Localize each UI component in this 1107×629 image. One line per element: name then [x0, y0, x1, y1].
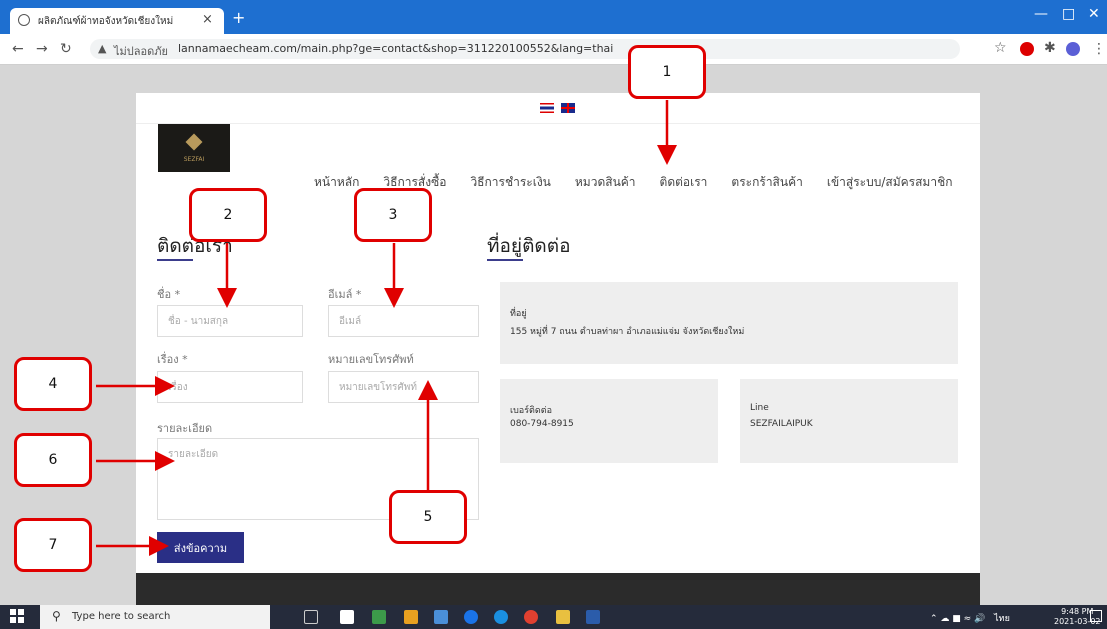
- address-bar: ← → ↻ ▲ ไม่ปลอดภัย lannamaecheam.com/mai…: [0, 34, 1107, 65]
- subject-label: เรื่อง *: [157, 353, 188, 366]
- phone-label: หมายเลขโทรศัพท์: [328, 353, 414, 366]
- site-logo[interactable]: SEZFAI: [158, 124, 230, 172]
- page-footer: [136, 573, 980, 605]
- app-icon[interactable]: [464, 610, 478, 624]
- globe-icon: [18, 14, 30, 26]
- heading-underline: [487, 259, 523, 261]
- windows-start-icon[interactable]: [10, 609, 24, 623]
- address-label: ที่อยู่: [510, 309, 527, 319]
- subject-input[interactable]: [157, 371, 303, 403]
- url-field[interactable]: ▲ ไม่ปลอดภัย lannamaecheam.com/main.php?…: [90, 39, 960, 59]
- forward-arrow-icon[interactable]: →: [36, 41, 48, 57]
- tray-icons[interactable]: ⌃ ☁ ■ ≈ 🔊: [930, 614, 985, 624]
- tab-title: ผลิตภัณฑ์ผ้าทอจังหวัดเชียงใหม่: [38, 16, 174, 27]
- mail-app-icon[interactable]: [340, 610, 354, 624]
- input-language[interactable]: ไทย: [994, 614, 1010, 624]
- divider: [136, 123, 980, 124]
- callout-7: 7: [14, 518, 92, 572]
- back-arrow-icon[interactable]: ←: [12, 41, 24, 57]
- maximize-icon[interactable]: □: [1062, 6, 1075, 22]
- callout-4: 4: [14, 357, 92, 411]
- browser-title-bar: ผลิตภัณฑ์ผ้าทอจังหวัดเชียงใหม่ × + — □ ✕: [0, 0, 1107, 34]
- line-value: SEZFAILAIPUK: [750, 419, 813, 429]
- minimize-icon[interactable]: —: [1034, 6, 1048, 22]
- new-tab-button[interactable]: +: [232, 8, 245, 27]
- opera-extension-icon[interactable]: [1020, 42, 1034, 56]
- uk-flag-icon[interactable]: [560, 103, 575, 113]
- phone-info-label: เบอร์ติดต่อ: [510, 406, 552, 416]
- callout-6: 6: [14, 433, 92, 487]
- menu-item-login-register[interactable]: เข้าสู่ระบบ/สมัครสมาชิก: [827, 173, 953, 192]
- callout-2: 2: [189, 188, 267, 242]
- web-page: SEZFAI หน้าหลัก วิธีการสั่งซื้อ วิธีการช…: [136, 93, 980, 605]
- taskbar: ⚲ Type here to search ⌃ ☁ ■ ≈ 🔊 ไทย 9:48…: [0, 605, 1107, 629]
- phone-info-value: 080-794-8915: [510, 419, 574, 429]
- reload-icon[interactable]: ↻: [60, 41, 72, 57]
- edge-icon[interactable]: [494, 610, 508, 624]
- callout-5: 5: [389, 490, 467, 544]
- tab-close-button[interactable]: ×: [202, 12, 213, 27]
- app-icon[interactable]: [434, 610, 448, 624]
- address-box: ที่อยู่ 155 หมู่ที่ 7 ถนน ตำบลท่าผา อำเภ…: [500, 282, 958, 364]
- logo-text: SEZFAI: [183, 156, 205, 163]
- warning-icon: ▲: [98, 42, 107, 55]
- name-label: ชื่อ *: [157, 288, 181, 301]
- logo-mark-icon: [185, 133, 203, 151]
- phone-box: เบอร์ติดต่อ 080-794-8915: [500, 379, 718, 463]
- menu-item-payment[interactable]: วิธีการชำระเงิน: [470, 173, 550, 192]
- notification-icon[interactable]: [1090, 610, 1102, 622]
- system-tray: ⌃ ☁ ■ ≈ 🔊 ไทย: [930, 611, 1010, 625]
- more-menu-icon[interactable]: ⋮: [1092, 41, 1106, 57]
- star-icon[interactable]: ☆: [994, 40, 1007, 56]
- puzzle-extension-icon[interactable]: ✱: [1044, 40, 1056, 56]
- search-icon: ⚲: [52, 609, 61, 623]
- detail-label: รายละเอียด: [157, 422, 213, 435]
- name-input[interactable]: [157, 305, 303, 337]
- heading-underline: [157, 259, 193, 261]
- thai-flag-icon[interactable]: [540, 103, 554, 113]
- url-text: lannamaecheam.com/main.php?ge=contact&sh…: [178, 42, 614, 55]
- close-window-icon[interactable]: ✕: [1088, 6, 1100, 22]
- callout-1: 1: [628, 45, 706, 99]
- search-placeholder: Type here to search: [72, 611, 171, 622]
- callout-3: 3: [354, 188, 432, 242]
- word-icon[interactable]: [586, 610, 600, 624]
- language-switcher: [540, 103, 578, 116]
- browser-tab[interactable]: ผลิตภัณฑ์ผ้าทอจังหวัดเชียงใหม่ ×: [10, 8, 224, 34]
- line-label: Line: [750, 403, 769, 413]
- not-secure-label: ไม่ปลอดภัย: [114, 45, 168, 58]
- taskbar-search[interactable]: ⚲ Type here to search: [40, 605, 270, 629]
- address-value: 155 หมู่ที่ 7 ถนน ตำบลท่าผา อำเภอแม่แจ่ม…: [510, 327, 745, 337]
- menu-item-cart[interactable]: ตระกร้าสินค้า: [731, 173, 802, 192]
- contact-info-heading: ที่อยู่ติดต่อ: [487, 235, 571, 257]
- menu-item-categories[interactable]: หมวดสินค้า: [575, 173, 636, 192]
- email-label: อีเมล์ *: [328, 288, 362, 301]
- phone-input[interactable]: [328, 371, 479, 403]
- chrome-icon[interactable]: [524, 610, 538, 624]
- task-view-icon[interactable]: [304, 610, 318, 624]
- app-icon[interactable]: [404, 610, 418, 624]
- email-input[interactable]: [328, 305, 479, 337]
- menu-item-contact[interactable]: ติดต่อเรา: [660, 173, 708, 192]
- profile-avatar[interactable]: [1066, 42, 1080, 56]
- line-box: Line SEZFAILAIPUK: [740, 379, 958, 463]
- send-message-button[interactable]: ส่งข้อความ: [157, 532, 244, 563]
- menu-item-home[interactable]: หน้าหลัก: [314, 173, 359, 192]
- app-icon[interactable]: [372, 610, 386, 624]
- file-explorer-icon[interactable]: [556, 610, 570, 624]
